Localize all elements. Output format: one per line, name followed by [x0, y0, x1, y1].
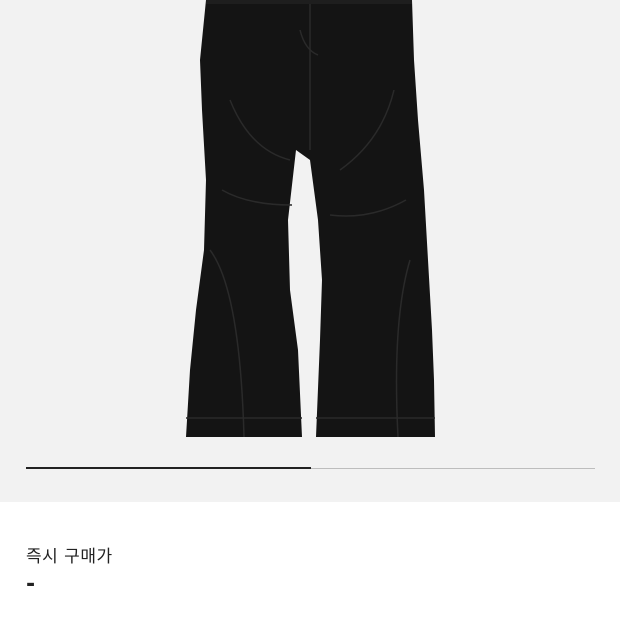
- carousel-progress-track: [26, 467, 595, 469]
- instant-buy-price-value: -: [26, 572, 36, 597]
- instant-buy-price-label: 즉시 구매가: [26, 547, 113, 567]
- product-image-carousel[interactable]: [0, 0, 620, 502]
- price-section: 즉시 구매가 -: [0, 502, 620, 620]
- carousel-progress-indicator: [26, 467, 311, 469]
- black-flared-denim-pants-image: [186, 0, 435, 438]
- product-page: 즉시 구매가 -: [0, 0, 620, 620]
